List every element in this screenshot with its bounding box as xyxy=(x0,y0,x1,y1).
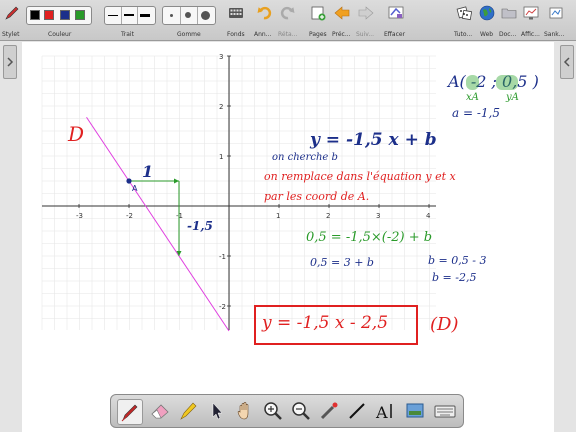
screen-capture-icon xyxy=(406,403,424,418)
x-tick-label: -2 xyxy=(126,212,133,220)
eraser-tool-button[interactable] xyxy=(148,399,172,423)
highlighter-icon xyxy=(180,402,197,420)
y-tick-label: -1 xyxy=(219,253,226,261)
graph-axes xyxy=(42,56,436,330)
note-cherche-b: on cherche b xyxy=(272,152,338,163)
equation-general: y = -1,5 x + b xyxy=(310,130,437,150)
rise-label: -1,5 xyxy=(187,219,213,233)
y-tick-label: 1 xyxy=(219,153,223,161)
coordinate-graph: -3-2-11234321-1-2 A xyxy=(41,53,436,332)
note-remplace-line1: on remplace dans l'équation y et x xyxy=(264,170,456,183)
pen-icon xyxy=(121,404,138,422)
keyboard-icon xyxy=(434,405,456,418)
text-icon: A xyxy=(375,403,392,422)
cursor-arrow-icon xyxy=(212,402,223,420)
y-tick-label: 2 xyxy=(219,103,223,111)
zoom-out-icon xyxy=(292,402,310,420)
capture-tool-button[interactable] xyxy=(403,399,427,423)
pen-tool-button[interactable] xyxy=(117,399,143,425)
selector-tool-button[interactable] xyxy=(205,399,229,423)
curve-label-d: D xyxy=(68,122,85,146)
text-tool-button[interactable]: A xyxy=(373,399,397,423)
highlight-xa xyxy=(466,75,479,90)
note-remplace-line2: par les coord de A. xyxy=(264,190,370,203)
x-tick-label: -3 xyxy=(76,212,83,220)
slope-value: a = -1,5 xyxy=(452,106,500,120)
substitution-line1: 0,5 = -1,5×(-2) + b xyxy=(306,230,433,245)
line-tool-button[interactable] xyxy=(345,399,369,423)
b-step2: b = -2,5 xyxy=(432,271,477,284)
final-equation-box: y = -1,5 x - 2,5 xyxy=(254,305,418,345)
final-equation: y = -1,5 x - 2,5 xyxy=(262,313,389,333)
virtual-keyboard-button[interactable] xyxy=(433,399,457,423)
b-step1: b = 0,5 - 3 xyxy=(428,254,487,267)
final-label-d: (D) xyxy=(430,314,459,335)
hand-icon xyxy=(237,402,249,420)
y-tick-label: 3 xyxy=(219,53,223,61)
y-tick-label: -2 xyxy=(219,303,226,311)
laser-pointer-icon xyxy=(320,402,338,420)
graph-grid xyxy=(41,55,436,330)
highlighter-tool-button[interactable] xyxy=(176,399,200,423)
laser-pointer-button[interactable] xyxy=(317,399,341,423)
zoom-in-button[interactable] xyxy=(261,399,285,423)
label-xa: xA xyxy=(466,92,479,103)
x-tick-label: 1 xyxy=(276,212,280,220)
run-label: 1 xyxy=(142,162,154,181)
x-tick-label: 3 xyxy=(376,212,380,220)
label-ya: yA xyxy=(506,92,519,103)
hand-tool-button[interactable] xyxy=(233,399,257,423)
point-a-label: A xyxy=(132,184,138,193)
x-tick-label: 4 xyxy=(426,212,431,220)
zoom-in-icon xyxy=(264,402,282,420)
zoom-out-button[interactable] xyxy=(289,399,313,423)
svg-text:A: A xyxy=(375,403,388,422)
substitution-line2: 0,5 = 3 + b xyxy=(310,256,374,269)
coords-a: A( -2 ; 0,5 ) xyxy=(448,72,539,91)
line-icon xyxy=(349,403,365,419)
highlight-ya xyxy=(496,75,518,90)
x-tick-label: 2 xyxy=(326,212,330,220)
bottom-tool-palette: A xyxy=(110,394,464,428)
eraser-icon xyxy=(151,404,169,419)
run-arrow-head xyxy=(174,178,179,184)
point-a xyxy=(126,178,132,184)
